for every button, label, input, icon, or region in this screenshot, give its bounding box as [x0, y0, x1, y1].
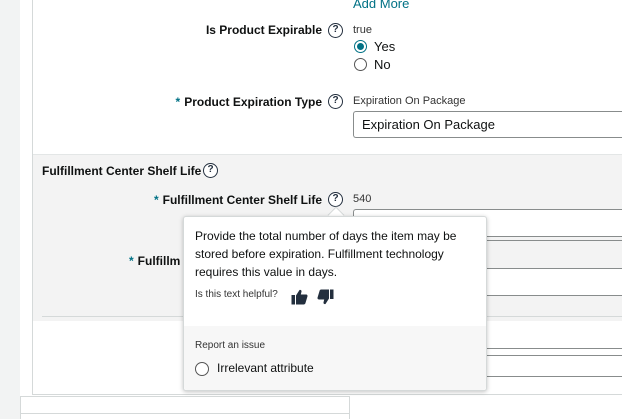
- question-circle-icon[interactable]: ?: [203, 163, 218, 178]
- add-more-link[interactable]: Add More: [353, 0, 409, 11]
- required-asterisk: *: [175, 95, 181, 109]
- expiration-type-input[interactable]: Expiration On Package: [353, 111, 622, 138]
- question-circle-icon[interactable]: ?: [328, 192, 343, 207]
- lower-table-box: [20, 396, 350, 419]
- expirable-yes-radio[interactable]: [354, 40, 367, 53]
- expirable-no-label[interactable]: No: [374, 57, 391, 72]
- expirable-label: Is Product Expirable: [205, 23, 322, 37]
- second-field-label-row: * Fulfillm: [129, 254, 180, 268]
- report-issue-title: Report an issue: [195, 340, 266, 351]
- popover-help-text: Provide the total number of days the ite…: [195, 229, 457, 279]
- irrelevant-attribute-label[interactable]: Irrelevant attribute: [217, 361, 314, 375]
- shelf-life-current-value: 540: [353, 193, 372, 205]
- required-asterisk: *: [153, 193, 159, 207]
- irrelevant-attribute-radio[interactable]: [195, 362, 209, 376]
- field-underline: [487, 240, 622, 241]
- shelf-life-section-title: Fulfillment Center Shelf Life: [42, 164, 202, 178]
- help-popover: Provide the total number of days the ite…: [183, 216, 487, 391]
- popover-report-section: Report an issue Irrelevant attribute: [184, 326, 486, 390]
- expiration-type-label: Product Expiration Type: [184, 95, 322, 109]
- required-asterisk: *: [129, 254, 134, 268]
- shelf-life-field-label: Fulfillment Center Shelf Life: [162, 193, 322, 207]
- second-field-label: Fulfillm: [137, 254, 181, 268]
- thumbs-up-icon[interactable]: [291, 289, 308, 305]
- helpful-prompt: Is this text helpful?: [195, 289, 278, 300]
- expirable-yes-label[interactable]: Yes: [374, 39, 395, 54]
- thumbs-down-icon[interactable]: [317, 289, 334, 305]
- question-circle-icon[interactable]: ?: [328, 23, 343, 38]
- expiration-type-label-row: * Product Expiration Type: [176, 95, 322, 109]
- expiration-type-current-value: Expiration On Package: [353, 95, 466, 107]
- question-circle-icon[interactable]: ?: [328, 94, 343, 109]
- shelf-life-field-label-row: * Fulfillment Center Shelf Life: [154, 193, 322, 207]
- expirable-no-radio[interactable]: [354, 58, 367, 71]
- left-gutter: [0, 0, 20, 419]
- expirable-current-value: true: [353, 24, 372, 36]
